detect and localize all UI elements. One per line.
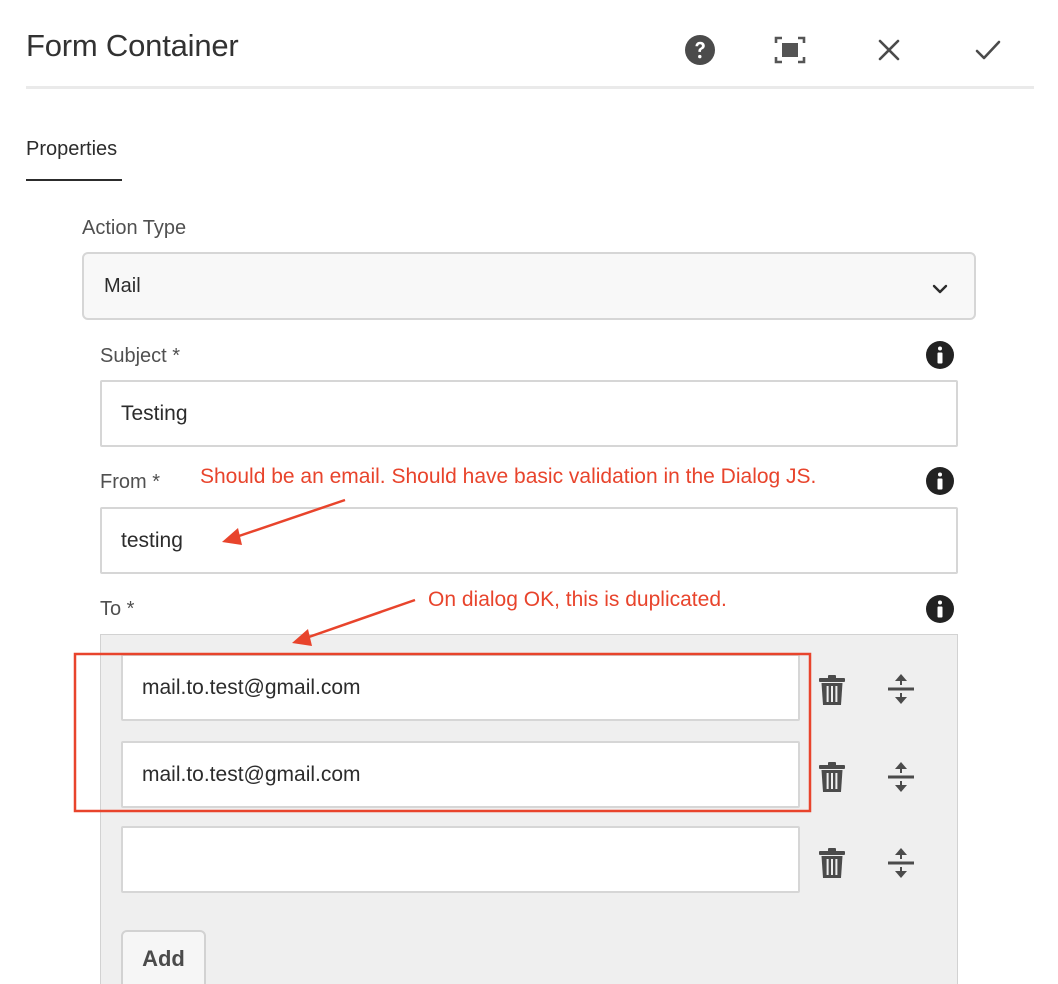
to-label: To * (100, 598, 135, 620)
subject-info-icon[interactable] (926, 341, 954, 369)
reorder-icon[interactable] (884, 846, 918, 880)
to-item-field[interactable]: mail.to.test@gmail.com (121, 654, 800, 721)
trash-icon[interactable] (815, 760, 849, 794)
to-item-value: mail.to.test@gmail.com (142, 762, 361, 786)
reorder-icon[interactable] (884, 672, 918, 706)
subject-label: Subject * (100, 345, 181, 367)
header-divider (26, 86, 1034, 89)
check-icon[interactable] (970, 32, 1006, 68)
from-value: testing (121, 528, 183, 552)
to-info-icon[interactable] (926, 595, 954, 623)
from-info-icon[interactable] (926, 467, 954, 495)
reorder-icon[interactable] (884, 760, 918, 794)
tab-properties[interactable]: Properties (26, 138, 117, 161)
trash-icon[interactable] (815, 673, 849, 707)
close-icon[interactable] (871, 32, 907, 68)
subject-value: Testing (121, 401, 188, 425)
to-item-value: mail.to.test@gmail.com (142, 675, 361, 699)
fullscreen-icon[interactable] (772, 32, 808, 68)
active-tab-indicator (26, 179, 122, 181)
action-type-select[interactable]: Mail (82, 252, 976, 320)
to-item-field[interactable] (121, 826, 800, 893)
trash-icon[interactable] (815, 846, 849, 880)
subject-field[interactable]: Testing (100, 380, 958, 447)
help-icon[interactable] (682, 32, 718, 68)
add-button[interactable]: Add (121, 930, 206, 984)
to-annotation-text: On dialog OK, this is duplicated. (428, 588, 727, 611)
to-item-field[interactable]: mail.to.test@gmail.com (121, 741, 800, 808)
chevron-down-icon (932, 278, 948, 301)
from-annotation-text: Should be an email. Should have basic va… (200, 465, 817, 488)
from-label: From * (100, 471, 160, 493)
action-type-label: Action Type (82, 217, 187, 239)
dialog-title: Form Container (26, 28, 239, 63)
from-field[interactable]: testing (100, 507, 958, 574)
action-type-value: Mail (104, 274, 141, 297)
